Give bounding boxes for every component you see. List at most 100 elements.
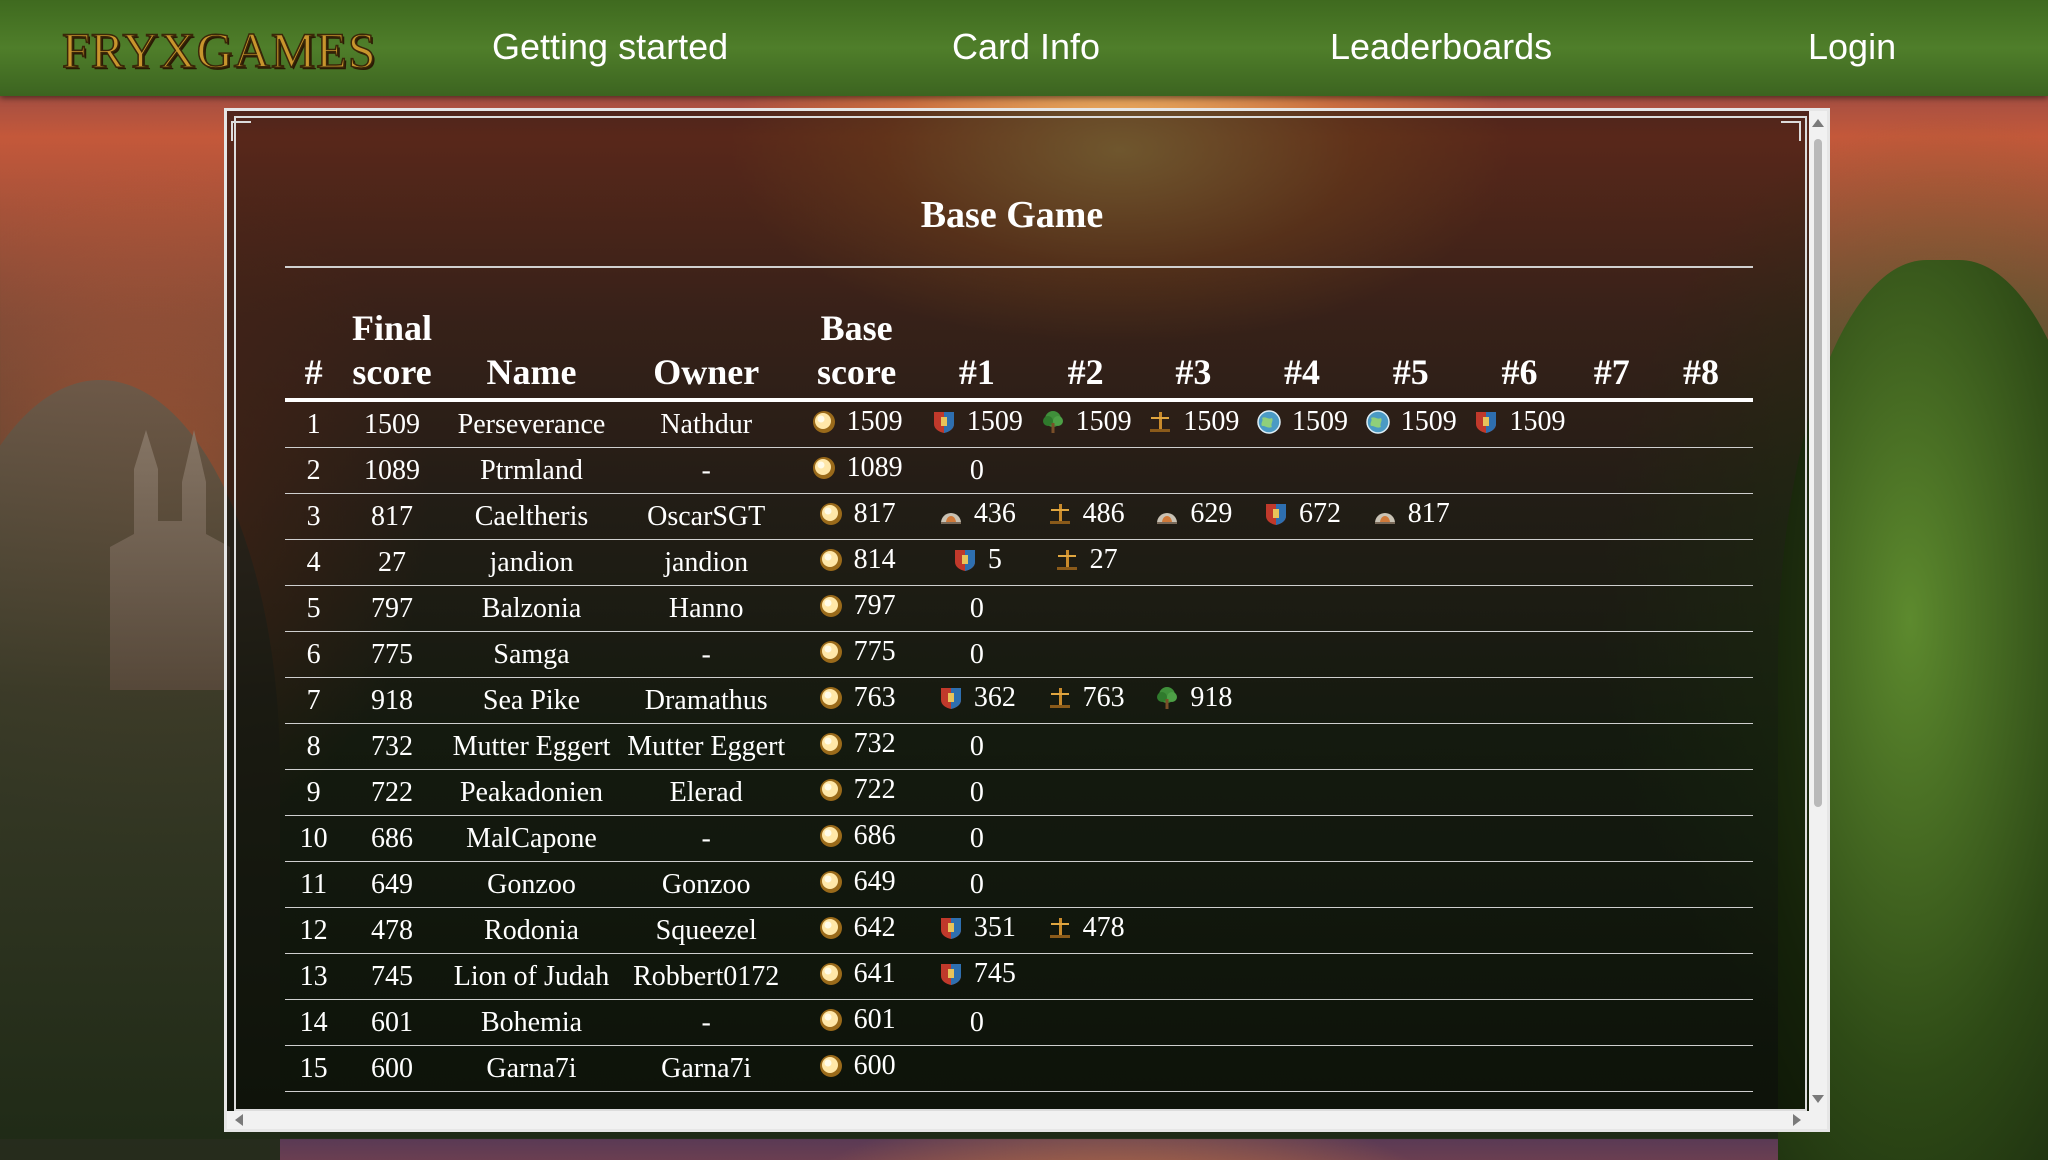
base-score: 649 (818, 866, 896, 898)
generation-1-cell: 0 (922, 724, 1032, 770)
table-row[interactable]: 15 600 Garna7i Garna7i 600 (285, 1046, 1753, 1092)
base-score-value: 775 (853, 636, 896, 667)
scroll-down-arrow-icon[interactable] (1812, 1095, 1824, 1103)
table-row[interactable]: 14 601 Bohemia - 601 0 (285, 1000, 1753, 1046)
rank-cell: 7 (306, 684, 321, 716)
generation-score: 763 (1047, 682, 1125, 714)
name-cell: Samga (493, 638, 570, 670)
generation-score: 362 (938, 682, 1016, 714)
column-header: #2 (1067, 352, 1104, 392)
generation-5-cell (1357, 816, 1465, 862)
name-cell: Peakadonien (459, 776, 604, 808)
nav-login[interactable]: Login (1808, 26, 1896, 68)
generation-score-value: 672 (1299, 498, 1342, 529)
generation-5-cell (1357, 540, 1465, 586)
generation-score-value: 5 (987, 544, 1002, 575)
generation-5-cell (1357, 724, 1465, 770)
generation-7-cell (1574, 678, 1649, 724)
table-row[interactable]: 13 745 Lion of Judah Robbert0172 641 745 (285, 954, 1753, 1000)
owner-cell: Elerad (669, 776, 743, 808)
table-row[interactable]: 2 1089 Ptrmland - 1089 0 (285, 448, 1753, 494)
generation-4-cell (1247, 862, 1357, 908)
generation-score-value: 1509 (966, 406, 1023, 437)
column-header: Final score (351, 308, 432, 392)
generation-score-value: 1509 (1400, 406, 1457, 437)
scale-icon (1147, 409, 1173, 435)
base-score: 817 (818, 498, 896, 530)
owner-cell: Hanno (668, 592, 744, 624)
generation-score-value: 478 (1082, 912, 1125, 943)
owner-cell: Garna7i (661, 1052, 752, 1084)
sun-icon (818, 1053, 844, 1079)
generation-7-cell (1574, 816, 1649, 862)
base-score-cell: 1509 (791, 400, 922, 448)
base-score-cell: 797 (791, 586, 922, 632)
generation-3-cell (1139, 586, 1247, 632)
table-row[interactable]: 3 817 Caeltheris OscarSGT 817 436 486 629 672 817 (285, 494, 1753, 540)
sun-icon (811, 455, 837, 481)
base-score-cell: 763 (791, 678, 922, 724)
generation-4-cell (1247, 632, 1357, 678)
base-score: 732 (818, 728, 896, 760)
generation-score-value: 0 (969, 730, 984, 762)
table-row[interactable]: 7 918 Sea Pike Dramathus 763 362 763 918 (285, 678, 1753, 724)
scroll-up-arrow-icon[interactable] (1812, 119, 1824, 127)
generation-4-cell: 1509 (1247, 400, 1357, 448)
table-row[interactable]: 4 27 jandion jandion 814 5 27 (285, 540, 1753, 586)
final-score-cell: 601 (371, 1006, 413, 1038)
generation-3-cell (1139, 632, 1247, 678)
generation-score: 0 (970, 869, 984, 901)
final-score-cell: 732 (371, 730, 413, 762)
vertical-scrollbar[interactable] (1809, 111, 1827, 1111)
generation-score: 0 (970, 455, 984, 487)
generation-8-cell (1649, 862, 1753, 908)
table-row[interactable]: 6 775 Samga - 775 0 (285, 632, 1753, 678)
generation-6-cell (1465, 908, 1575, 954)
table-row[interactable]: 12 478 Rodonia Squeezel 642 351 478 (285, 908, 1753, 954)
nav-getting-started[interactable]: Getting started (492, 26, 728, 68)
generation-5-cell: 817 (1357, 494, 1465, 540)
name-cell: Rodonia (484, 914, 579, 946)
generation-3-cell (1139, 1000, 1247, 1046)
scroll-right-arrow-icon[interactable] (1793, 1114, 1801, 1126)
generation-5-cell (1357, 770, 1465, 816)
generation-4-cell (1247, 540, 1357, 586)
generation-2-cell (1032, 862, 1140, 908)
nav-card-info[interactable]: Card Info (952, 26, 1100, 68)
sun-icon (818, 501, 844, 527)
name-cell: jandion (489, 546, 574, 578)
table-body: 1 1509 Perseverance Nathdur 1509 1509 1509 1509… (285, 400, 1753, 1092)
generation-5-cell (1357, 632, 1465, 678)
generation-score: 745 (938, 958, 1016, 990)
generation-1-cell: 745 (922, 954, 1032, 1000)
generation-6-cell (1465, 632, 1575, 678)
generation-1-cell: 351 (922, 908, 1032, 954)
table-row[interactable]: 5 797 Balzonia Hanno 797 0 (285, 586, 1753, 632)
column-header: # (304, 352, 323, 392)
final-score-cell: 797 (371, 592, 413, 624)
generation-score: 1509 (1040, 406, 1132, 438)
generation-score-value: 0 (969, 776, 984, 808)
generation-score-value: 27 (1089, 544, 1118, 575)
table-row[interactable]: 1 1509 Perseverance Nathdur 1509 1509 1509 1509… (285, 400, 1753, 448)
nav-leaderboards[interactable]: Leaderboards (1330, 26, 1552, 68)
base-score-value: 817 (853, 498, 896, 529)
horizontal-scrollbar[interactable] (227, 1111, 1827, 1129)
table-row[interactable]: 11 649 Gonzoo Gonzoo 649 0 (285, 862, 1753, 908)
scroll-left-arrow-icon[interactable] (235, 1114, 243, 1126)
table-row[interactable]: 8 732 Mutter Eggert Mutter Eggert 732 0 (285, 724, 1753, 770)
table-row[interactable]: 10 686 MalCapone - 686 0 (285, 816, 1753, 862)
final-score-cell: 686 (371, 822, 413, 854)
scroll-thumb[interactable] (1814, 139, 1822, 807)
generation-7-cell (1574, 400, 1649, 448)
generation-score-value: 1509 (1292, 406, 1349, 437)
sun-icon (818, 961, 844, 987)
generation-score-value: 362 (973, 682, 1016, 713)
rank-cell: 15 (299, 1052, 328, 1084)
table-row[interactable]: 9 722 Peakadonien Elerad 722 0 (285, 770, 1753, 816)
generation-score: 918 (1154, 682, 1232, 714)
fryxgames-logo[interactable]: FRYXGAMES (61, 20, 376, 80)
generation-2-cell (1032, 632, 1140, 678)
generation-2-cell: 478 (1032, 908, 1140, 954)
generation-3-cell: 1509 (1139, 400, 1247, 448)
